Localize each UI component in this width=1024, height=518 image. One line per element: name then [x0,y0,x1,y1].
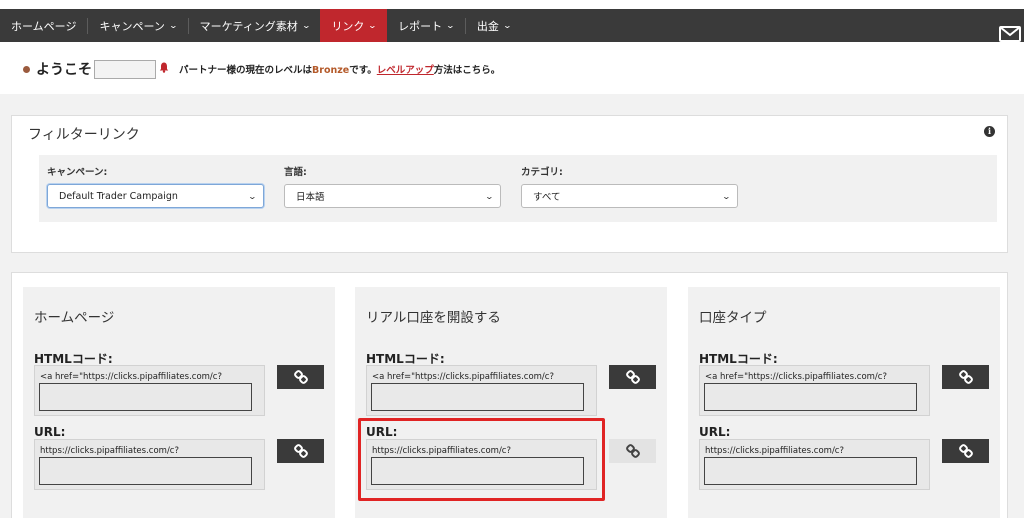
campaign-label: キャンペーン: [47,167,108,178]
card-title: 口座タイプ [699,310,767,326]
filter-panel: フィルターリンク i キャンペーン: Default Trader Campai… [11,115,1008,253]
nav-item-label: 出金 [476,19,499,33]
chevron-down-icon: ⌄ [368,21,378,30]
url-label: URL: [699,425,731,439]
url-input[interactable] [704,457,917,485]
copy-url-link-button[interactable] [277,439,324,463]
nav-item-campaign[interactable]: キャンペーン ⌄ [88,9,187,42]
link-icon [625,444,640,458]
language-label: 言語: [284,167,307,178]
url-text: https://clicks.pipaffiliates.com/c? [40,446,179,456]
campaign-select-value: Default Trader Campaign [59,190,178,202]
html-code-input[interactable] [704,383,917,411]
copy-url-link-button[interactable] [609,439,656,463]
copy-html-link-button[interactable] [942,365,989,389]
html-code-box[interactable]: <a href="https://clicks.pipaffiliates.co… [366,365,597,416]
html-code-text: <a href="https://clicks.pipaffiliates.co… [372,372,554,382]
nav-item-home[interactable]: ホームページ [0,9,87,42]
level-up-link[interactable]: レベルアップ [377,65,434,76]
level-message: パートナー様の現在のレベルはBronzeです。レベルアップ方法はこちら。 [179,62,500,76]
chevron-down-icon: ⌄ [502,21,512,30]
chevron-down-icon: ⌄ [247,191,258,201]
nav-item-label: キャンペーン [99,19,165,33]
nav-item-reports[interactable]: レポート ⌄ [387,9,465,42]
level-text-middle: です。 [349,65,377,76]
link-card-homepage: ホームページ HTMLコード: <a href="https://clicks.… [23,287,335,518]
link-icon [958,444,973,458]
campaign-filter: キャンペーン: Default Trader Campaign ⌄ [47,164,264,208]
copy-url-link-button[interactable] [942,439,989,463]
campaign-select[interactable]: Default Trader Campaign ⌄ [47,184,264,208]
filter-title: フィルターリンク [28,127,140,143]
html-code-box[interactable]: <a href="https://clicks.pipaffiliates.co… [34,365,265,416]
category-select[interactable]: すべて ⌄ [521,184,738,208]
html-code-input[interactable] [39,383,252,411]
nav-item-label: マーケティング素材 [199,19,298,33]
page: ホームページ キャンペーン ⌄ マーケティング素材 ⌄ リンク ⌄ レポート ⌄… [0,0,1024,518]
copy-html-link-button[interactable] [277,365,324,389]
category-label: カテゴリ: [521,167,563,178]
url-box[interactable]: https://clicks.pipaffiliates.com/c? [699,439,930,490]
language-select-value: 日本語 [296,192,325,203]
mail-icon[interactable] [999,26,1021,42]
nav-item-label: リンク [331,19,365,33]
html-code-input[interactable] [371,383,584,411]
user-name-box [94,59,156,79]
bullet-icon [23,65,30,73]
chevron-down-icon: ⌄ [721,191,732,201]
url-text: https://clicks.pipaffiliates.com/c? [705,446,844,456]
welcome-bar: ようこそ パートナー様の現在のレベルはBronzeです。レベルアップ方法はこちら… [23,58,500,80]
top-strip [0,0,1024,8]
link-icon [958,370,973,384]
url-input[interactable] [39,457,252,485]
nav-item-label: ホームページ [11,19,77,33]
level-text-after: 方法はこちら。 [433,65,501,76]
nav-item-withdrawal[interactable]: 出金 ⌄ [466,9,522,42]
card-title: ホームページ [34,310,115,326]
info-icon[interactable]: i [984,126,995,137]
chevron-down-icon: ⌄ [484,191,495,201]
link-icon [293,444,308,458]
level-value: Bronze [312,65,350,76]
link-card-account-types: 口座タイプ HTMLコード: <a href="https://clicks.p… [688,287,1000,518]
chevron-down-icon: ⌄ [168,21,178,30]
html-code-text: <a href="https://clicks.pipaffiliates.co… [40,372,222,382]
card-title: リアル口座を開設する [366,310,501,326]
language-filter: 言語: 日本語 ⌄ [284,164,501,208]
chevron-down-icon: ⌄ [301,21,311,30]
category-filter: カテゴリ: すべて ⌄ [521,164,738,208]
category-select-value: すべて [533,192,561,203]
url-label: URL: [34,425,66,439]
level-text-before: パートナー様の現在のレベルは [179,65,313,76]
highlight-box [358,418,605,501]
link-icon [625,370,640,384]
html-code-text: <a href="https://clicks.pipaffiliates.co… [705,372,887,382]
html-code-box[interactable]: <a href="https://clicks.pipaffiliates.co… [699,365,930,416]
copy-html-link-button[interactable] [609,365,656,389]
language-select[interactable]: 日本語 ⌄ [284,184,501,208]
nav-item-links[interactable]: リンク ⌄ [320,9,388,42]
chevron-down-icon: ⌄ [445,21,456,30]
main-nav: ホームページ キャンペーン ⌄ マーケティング素材 ⌄ リンク ⌄ レポート ⌄… [0,9,1024,42]
nav-item-marketing-materials[interactable]: マーケティング素材 ⌄ [189,9,321,42]
bell-icon [159,62,169,76]
welcome-title: ようこそ [36,62,92,78]
url-box[interactable]: https://clicks.pipaffiliates.com/c? [34,439,265,490]
filter-controls: キャンペーン: Default Trader Campaign ⌄ 言語: 日本… [39,155,997,222]
link-icon [293,370,308,384]
nav-item-label: レポート [398,19,443,33]
